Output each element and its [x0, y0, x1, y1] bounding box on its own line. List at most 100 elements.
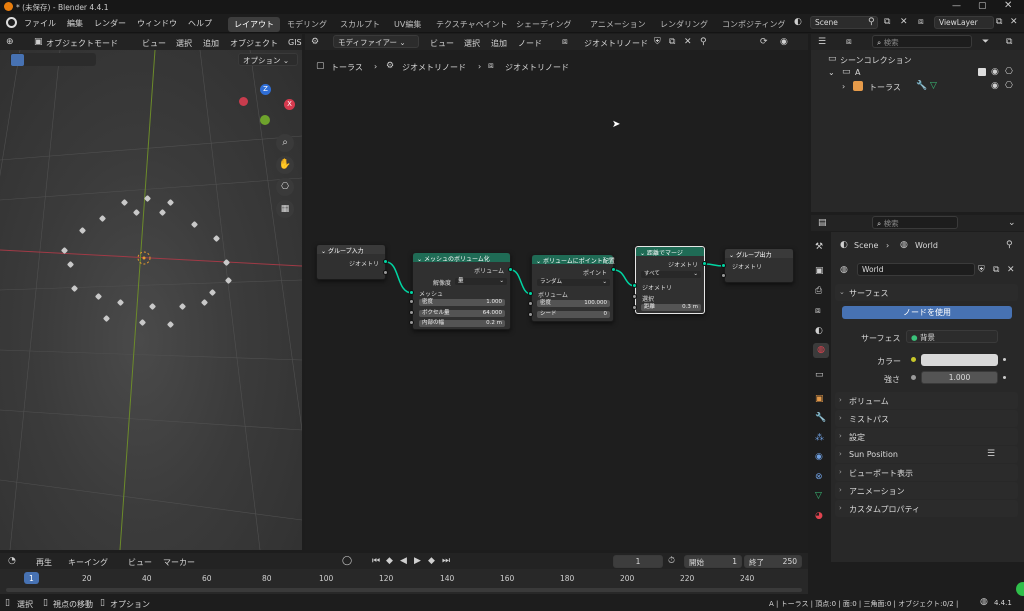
menu-edit[interactable]: 編集	[67, 18, 83, 29]
seed-field[interactable]: シード 0	[537, 311, 610, 318]
decorator-dot[interactable]	[1003, 376, 1006, 379]
world-name-field[interactable]: World	[857, 263, 975, 276]
close-icon[interactable]: ✕	[1004, 0, 1012, 11]
gizmo-negx-icon[interactable]	[239, 97, 248, 106]
zoom-icon[interactable]: ⌕	[276, 134, 294, 152]
scene-icon[interactable]: ◐	[794, 17, 802, 27]
tab-sculpt[interactable]: スカルプト	[334, 17, 386, 32]
socket-seed-in[interactable]	[528, 312, 533, 317]
collection-tab-icon[interactable]: ▭	[815, 370, 824, 380]
collection-a-label[interactable]: A	[855, 68, 860, 77]
prev-keyframe-icon[interactable]: ◆	[386, 556, 393, 566]
socket-points-out[interactable]	[611, 267, 616, 272]
socket-geometry-in[interactable]	[721, 263, 726, 268]
resolution-dropdown[interactable]: 量 ⌄	[455, 278, 507, 285]
menu-file[interactable]: ファイル	[24, 18, 56, 29]
remove-viewlayer-icon[interactable]: ✕	[1010, 17, 1018, 27]
viewlayer-selector[interactable]: ViewLayer	[934, 16, 994, 29]
gizmo-y-icon[interactable]	[260, 115, 270, 125]
play-reverse-icon[interactable]: ◀	[400, 556, 407, 566]
viewport-menu-select[interactable]: 選択	[176, 38, 192, 49]
viewport-menu-view[interactable]: ビュー	[142, 38, 166, 49]
socket-interior-in[interactable]	[409, 320, 414, 325]
timeline-menu-marker[interactable]: マーカー	[163, 557, 195, 568]
timeline-scrollbar[interactable]	[6, 588, 802, 592]
socket-volume-out[interactable]	[508, 267, 513, 272]
blender-menu-icon[interactable]	[6, 17, 17, 28]
viewport-menu-object[interactable]: オブジェクト	[230, 38, 278, 49]
render-tab-icon[interactable]: ▣	[815, 266, 824, 276]
play-icon[interactable]: ▶	[414, 556, 421, 566]
properties-type-icon[interactable]: ▤	[818, 218, 827, 228]
node-group-input[interactable]: ⌄ グループ入力 ジオメトリ	[316, 244, 386, 280]
maximize-icon[interactable]: ▢	[978, 1, 987, 11]
visibility-icon[interactable]: ◉	[991, 81, 999, 91]
camera-render-icon[interactable]: ⎔	[1005, 81, 1013, 91]
menu-render[interactable]: レンダー	[94, 18, 126, 29]
socket-empty-out[interactable]	[383, 270, 388, 275]
fake-user-icon[interactable]: ⛨	[978, 265, 985, 275]
socket-geometry-out[interactable]	[702, 261, 707, 266]
socket-density-in[interactable]	[528, 301, 533, 306]
panel-surface-header[interactable]: ⌄ サーフェス	[835, 284, 1018, 301]
density-field[interactable]: 密度 100.000	[537, 300, 610, 307]
panel-mist-pass[interactable]: › ミストパス	[835, 410, 1018, 427]
breadcrumb-modifier[interactable]: ジオメトリノード	[402, 62, 466, 73]
modifier-tab-icon[interactable]: 🔧	[815, 413, 826, 423]
visibility-icon[interactable]: ◉	[991, 67, 999, 77]
editor-type-icon[interactable]: ⊕	[6, 37, 14, 47]
camera-render-icon[interactable]: ⎔	[1005, 67, 1013, 77]
node-editor-type-icon[interactable]: ⚙	[311, 37, 319, 47]
interior-band-field[interactable]: 内部の幅 0.2 m	[419, 320, 505, 327]
node-menu-add[interactable]: 追加	[491, 38, 507, 49]
strength-field[interactable]: 1.000	[921, 371, 998, 384]
gizmo-z-icon[interactable]: Z	[260, 84, 271, 95]
expand-icon[interactable]: ›	[842, 82, 845, 91]
world-tab-icon[interactable]: ◍	[813, 343, 829, 358]
fake-user-icon[interactable]: ⛨	[654, 37, 661, 47]
filter-icon[interactable]: ⏷	[982, 37, 989, 47]
timeline-menu-keying[interactable]: キーイング	[68, 557, 108, 568]
data-tab-icon[interactable]: ▽	[815, 491, 822, 501]
snap-icon[interactable]: ◉	[780, 37, 788, 47]
node-distribute-points-in-volume[interactable]: ⌄ ボリュームにポイント配置 ポイント ランダム ⌄ ボリューム 密度 100.00…	[531, 254, 615, 322]
tab-texture-paint[interactable]: テクスチャペイント	[430, 17, 514, 32]
duplicate-icon[interactable]: ⧉	[669, 37, 675, 47]
panel-animation[interactable]: › アニメーション	[835, 482, 1018, 499]
socket-distance-in[interactable]	[632, 305, 637, 310]
panel-custom-properties[interactable]: › カスタムプロパティ	[835, 500, 1018, 517]
new-scene-icon[interactable]: ⧉	[884, 17, 890, 27]
start-frame-field[interactable]: 開始 1	[684, 555, 742, 568]
options-dropdown[interactable]: オプション ⌄	[238, 53, 298, 66]
socket-geometry-in[interactable]	[632, 283, 637, 288]
use-nodes-button[interactable]: ノードを使用	[842, 306, 1012, 319]
timeline-menu-playback[interactable]: 再生	[36, 557, 52, 568]
new-collection-icon[interactable]: ⧉	[1006, 37, 1012, 47]
timeline-menu-view[interactable]: ビュー	[128, 557, 152, 568]
decorator-dot[interactable]	[1003, 358, 1006, 361]
pin-node-icon[interactable]: ⚲	[700, 37, 707, 47]
node-menu-select[interactable]: 選択	[464, 38, 480, 49]
world-datablock-icon[interactable]: ◍	[840, 265, 848, 275]
socket-empty-in[interactable]	[721, 273, 726, 278]
node-menu-view[interactable]: ビュー	[430, 38, 454, 49]
node-menu-node[interactable]: ノード	[518, 38, 542, 49]
outliner-type-icon[interactable]: ☰	[818, 37, 826, 47]
outliner-search[interactable]: ⌕ 検索	[872, 35, 972, 48]
node-tree-icon[interactable]: ⧈	[562, 37, 568, 47]
list-icon[interactable]: ☰	[987, 449, 995, 459]
menu-window[interactable]: ウィンドウ	[137, 18, 177, 29]
panel-viewport-display[interactable]: › ビューポート表示	[835, 464, 1018, 481]
tab-rendering[interactable]: レンダリング	[654, 17, 714, 32]
mode-dropdown[interactable]: ランダム ⌄	[537, 279, 610, 286]
particles-tab-icon[interactable]: ⁂	[815, 433, 824, 443]
tool-tab-icon[interactable]: ⚒	[815, 242, 823, 252]
material-tab-icon[interactable]: ◕	[815, 511, 823, 521]
overlay-icon[interactable]: ⟳	[760, 37, 768, 47]
constraints-tab-icon[interactable]: ⊗	[815, 472, 823, 482]
chevron-down-icon[interactable]: ⌄	[1008, 218, 1016, 228]
socket-density-in[interactable]	[409, 299, 414, 304]
node-mesh-to-volume[interactable]: ⌄ メッシュのボリューム化 ボリューム 解像度 量 ⌄ メッシュ 密度 1.000 …	[412, 252, 511, 330]
node-tree-type-selector[interactable]: モディファイアー ⌄	[333, 35, 419, 48]
socket-mesh-in[interactable]	[409, 290, 414, 295]
